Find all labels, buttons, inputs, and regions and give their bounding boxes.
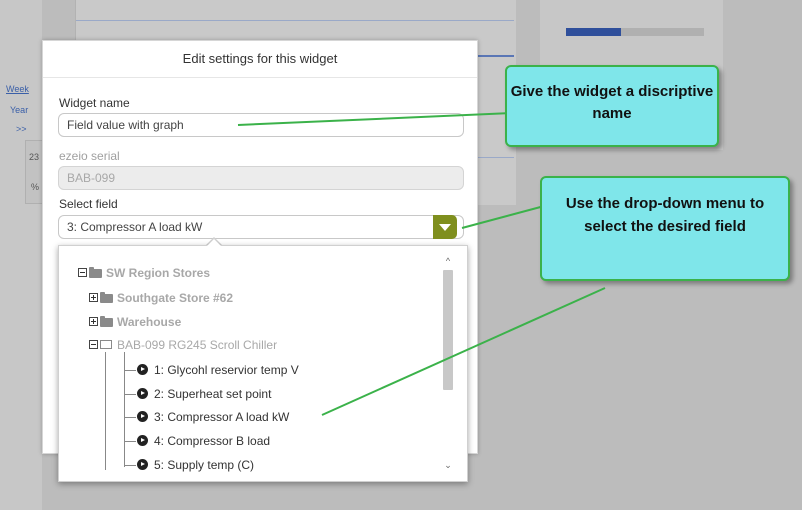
dropdown-tip-callout: Use the drop-down menu to select the des… bbox=[540, 176, 790, 281]
name-tip-callout: Give the widget a discriptive name bbox=[505, 65, 719, 147]
